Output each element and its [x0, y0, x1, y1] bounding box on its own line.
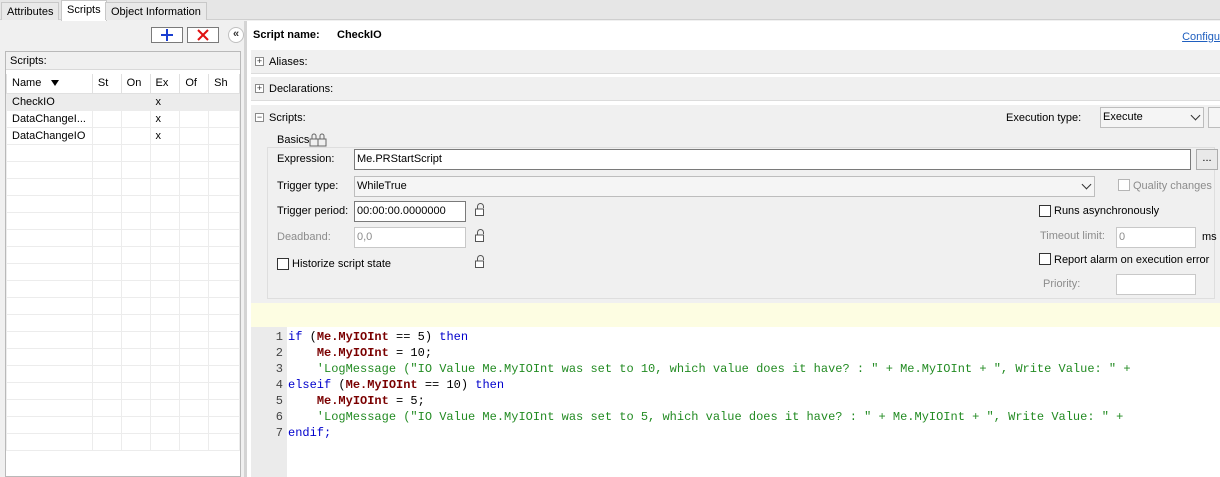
- add-script-button[interactable]: [151, 27, 183, 43]
- scripts-section-label: Scripts:: [269, 112, 306, 124]
- priority-label: Priority:: [1043, 278, 1081, 290]
- script-name-value: CheckIO: [337, 29, 382, 41]
- table-row[interactable]: DataChangeI... x: [6, 109, 240, 128]
- quality-changes-checkbox[interactable]: [1118, 179, 1130, 191]
- table-header-row: Name St On Ex Of Sh: [6, 70, 240, 94]
- scripts-list: Scripts: Name St On Ex Of Sh CheckIO x Da…: [5, 51, 241, 477]
- code-line: elseif (Me.MyIOInt == 10) then: [288, 378, 505, 392]
- configure-link[interactable]: Configu: [1182, 31, 1220, 43]
- aliases-label: Aliases:: [269, 56, 308, 68]
- execution-type-label: Execution type:: [1006, 112, 1082, 124]
- expand-plus-icon[interactable]: +: [255, 84, 264, 93]
- priority-field[interactable]: [1116, 274, 1196, 295]
- code-line: if (Me.MyIOInt == 5) then: [288, 330, 469, 344]
- expression-field[interactable]: Me.PRStartScript: [354, 149, 1191, 170]
- timeout-limit-label: Timeout limit:: [1040, 230, 1105, 242]
- code-line: endif;: [288, 426, 332, 440]
- execution-extra-button[interactable]: [1208, 107, 1220, 128]
- column-header-on[interactable]: On: [120, 70, 151, 94]
- tab-scripts[interactable]: Scripts: [61, 0, 107, 21]
- aliases-section[interactable]: + Aliases:: [251, 50, 1220, 74]
- deadband-label: Deadband:: [277, 231, 331, 243]
- line-number: 7: [275, 426, 283, 440]
- script-name-label: Script name:: [253, 29, 320, 41]
- timeout-unit-label: ms: [1202, 231, 1217, 243]
- trigger-type-select[interactable]: WhileTrue: [354, 176, 1095, 197]
- expression-browse-button[interactable]: ...: [1196, 149, 1218, 170]
- line-number: 3: [275, 362, 283, 376]
- code-line: Me.MyIOInt = 5;: [316, 394, 425, 408]
- table-row[interactable]: DataChangeIO x: [6, 126, 240, 145]
- tab-bar: Attributes Scripts Object Information: [0, 0, 1220, 21]
- code-line: 'LogMessage ("IO Value Me.MyIOInt was se…: [288, 362, 1131, 376]
- line-number-gutter: 1 2 3 4 5 6 7: [251, 327, 287, 477]
- collapse-minus-icon[interactable]: −: [255, 113, 264, 122]
- scripts-table: Name St On Ex Of Sh CheckIO x DataChangeI…: [6, 70, 240, 451]
- tab-object-information[interactable]: Object Information: [105, 2, 207, 20]
- padlock-icon[interactable]: [309, 133, 327, 147]
- x-icon: [197, 29, 209, 41]
- column-header-sh[interactable]: Sh: [208, 70, 240, 94]
- double-chevron-left-icon[interactable]: «: [228, 27, 244, 43]
- scripts-list-caption: Scripts:: [6, 52, 240, 70]
- column-header-of[interactable]: Of: [179, 70, 210, 94]
- trigger-type-label: Trigger type:: [277, 180, 339, 192]
- padlock-icon[interactable]: [475, 203, 486, 216]
- quality-changes-label: Quality changes: [1133, 180, 1212, 192]
- delete-script-button[interactable]: [187, 27, 219, 43]
- trigger-period-label: Trigger period:: [277, 205, 349, 217]
- execution-type-select[interactable]: Execute: [1100, 107, 1204, 128]
- sort-descending-icon: [51, 80, 60, 87]
- column-header-ex[interactable]: Ex: [149, 70, 181, 94]
- timeout-limit-field[interactable]: 0: [1116, 227, 1196, 248]
- expand-plus-icon[interactable]: +: [255, 57, 264, 66]
- line-number: 5: [275, 394, 283, 408]
- declarations-label: Declarations:: [269, 83, 334, 95]
- report-alarm-label: Report alarm on execution error: [1054, 254, 1210, 266]
- runs-asynchronously-checkbox[interactable]: [1039, 205, 1051, 217]
- column-header-st[interactable]: St: [91, 70, 122, 94]
- plus-icon: [161, 29, 173, 41]
- line-number: 2: [275, 346, 283, 360]
- column-header-name[interactable]: Name: [6, 70, 93, 94]
- code-line: 'LogMessage ("IO Value Me.MyIOInt was se…: [288, 410, 1124, 424]
- script-editor-panel: Script name: CheckIO Configu + Aliases: …: [247, 21, 1220, 477]
- tab-attributes[interactable]: Attributes: [1, 2, 60, 20]
- report-alarm-checkbox[interactable]: [1039, 253, 1051, 265]
- padlock-icon[interactable]: [475, 255, 486, 268]
- editor-info-bar: [251, 303, 1220, 327]
- chevron-down-icon: [1190, 110, 1201, 121]
- runs-asynchronously-label: Runs asynchronously: [1054, 205, 1160, 217]
- declarations-section[interactable]: + Declarations:: [251, 77, 1220, 101]
- deadband-field[interactable]: 0,0: [354, 227, 466, 248]
- scripts-panel: « Scripts: Name St On Ex Of Sh CheckIO x …: [0, 21, 244, 477]
- trigger-period-field[interactable]: 00:00:00.0000000: [354, 201, 466, 222]
- expression-label: Expression:: [277, 153, 335, 165]
- chevron-down-icon: [1081, 179, 1092, 190]
- code-editor[interactable]: 1 2 3 4 5 6 7 if (Me.MyIOInt == 5) then …: [251, 303, 1220, 477]
- padlock-icon[interactable]: [475, 229, 486, 242]
- line-number: 1: [275, 330, 283, 344]
- line-number: 6: [275, 410, 283, 424]
- historize-checkbox[interactable]: [277, 258, 289, 270]
- table-row[interactable]: CheckIO x: [6, 92, 240, 111]
- line-number: 4: [275, 378, 283, 392]
- historize-label: Historize script state: [292, 258, 392, 270]
- basics-title: Basics: [275, 134, 312, 146]
- code-text[interactable]: if (Me.MyIOInt == 5) then Me.MyIOInt = 1…: [288, 329, 1131, 441]
- code-line: Me.MyIOInt = 10;: [316, 346, 433, 360]
